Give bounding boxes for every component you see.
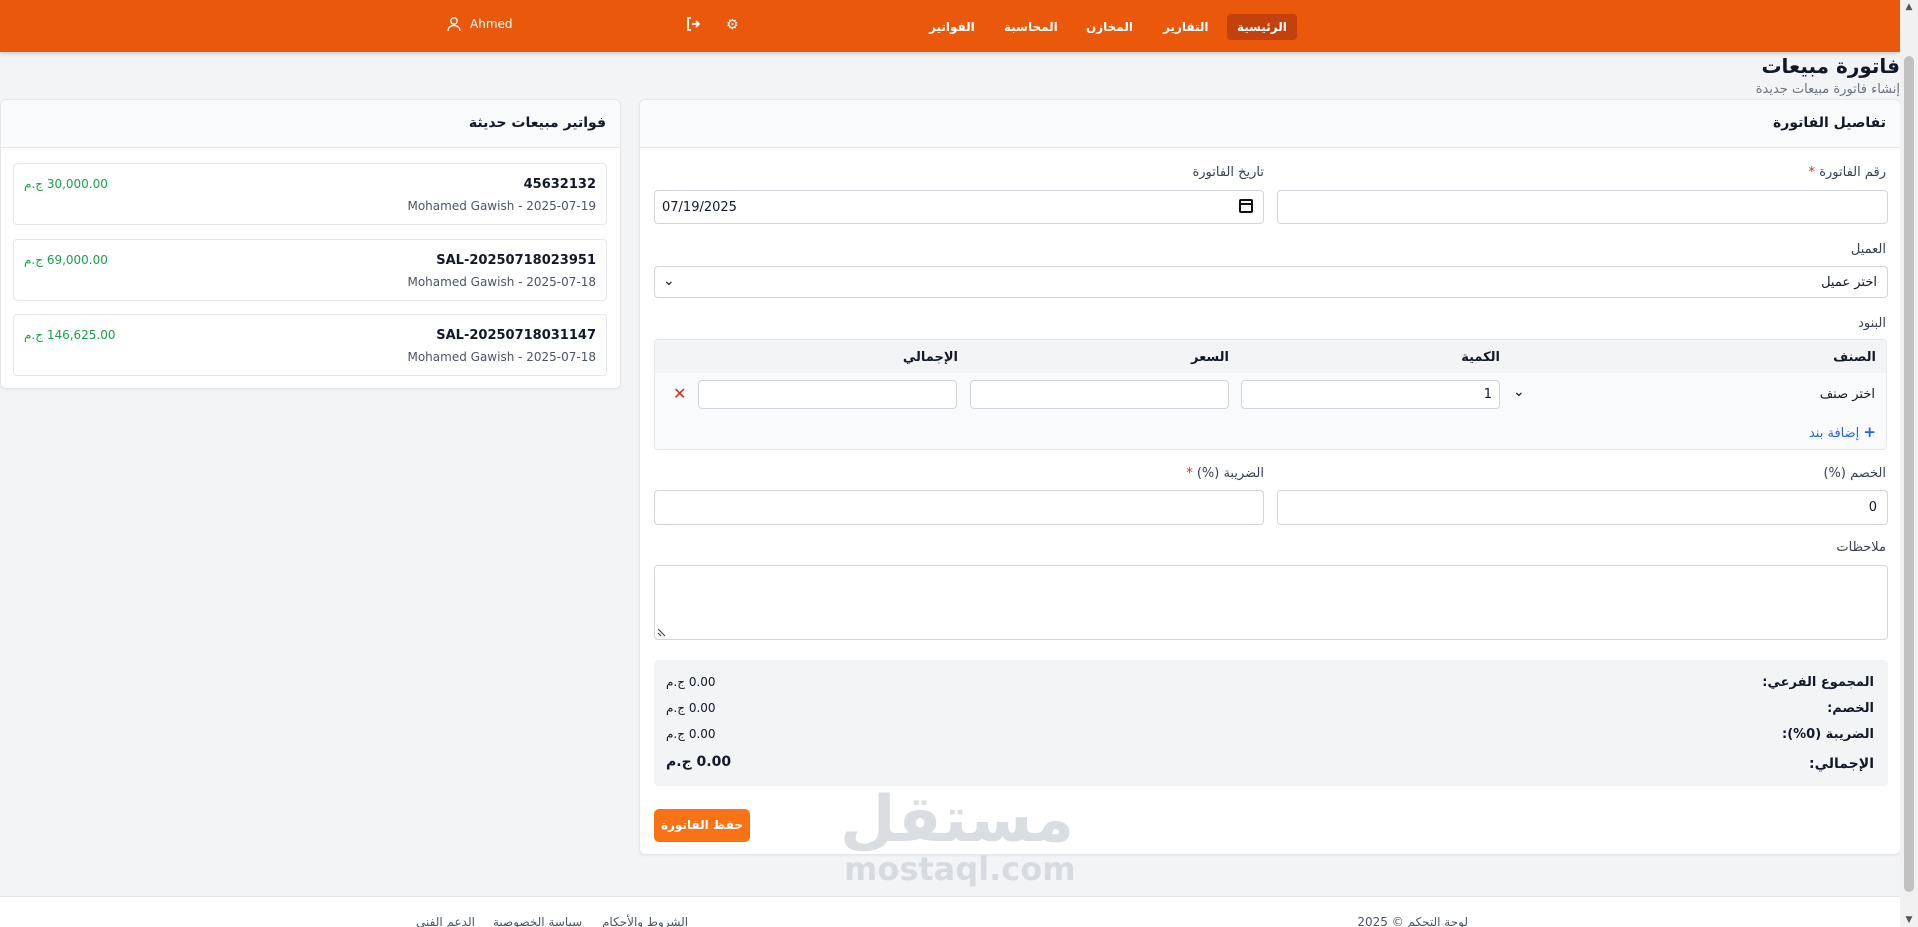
nav-warehouses[interactable]: المخازن (1076, 14, 1143, 40)
chevron-down-icon: ⌄ (663, 273, 675, 289)
discount-total-label: الخصم: (1827, 701, 1874, 716)
footer-link-support[interactable]: الدعم الفني (416, 915, 475, 927)
recent-invoice-item[interactable]: 45632132 Mohamed Gawish - 2025-07-19 30,… (13, 163, 607, 225)
recent-invoices-card: فواتير مبيعات حديثة 45632132 Mohamed Gaw… (0, 99, 621, 389)
footer-link-privacy[interactable]: سياسة الخصوصية (493, 915, 582, 927)
recent-invoices-title: فواتير مبيعات حديثة (468, 115, 606, 131)
invoice-meta: Mohamed Gawish - 2025-07-19 (407, 199, 596, 213)
subtotal-label: المجموع الفرعي: (1762, 675, 1874, 690)
user-name: Ahmed (470, 17, 513, 31)
tax-total-label: الضريبة (0%): (1782, 727, 1874, 742)
totals-panel: المجموع الفرعي: 0.00 ج.م الخصم: 0.00 ج.م… (654, 660, 1888, 786)
logout-icon[interactable] (686, 17, 701, 35)
discount-total-value: 0.00 ج.م (666, 701, 716, 715)
qty-input[interactable]: 1 (1241, 380, 1500, 409)
col-item: الصنف (1833, 350, 1876, 365)
footer: لوحة التحكم © 2025 الشروط والأحكام سياسة… (0, 896, 1900, 927)
invoice-amount: 69,000.00 ج.م (24, 253, 108, 267)
nav-invoices[interactable]: الفواتير (919, 14, 985, 40)
invoice-number: 45632132 (523, 177, 596, 192)
watermark-logo: مستقل mostaql.com (839, 783, 1076, 888)
invoice-date-label: تاريخ الفاتورة (1192, 165, 1264, 180)
customer-label: العميل (1850, 242, 1886, 257)
remove-line-icon[interactable]: ✕ (673, 384, 686, 403)
invoice-number: SAL-20250718031147 (436, 328, 596, 343)
nav-accounting[interactable]: المحاسبة (994, 14, 1068, 40)
customer-select[interactable]: اختر عميل ⌄ (654, 266, 1888, 298)
save-invoice-button[interactable]: حفظ الفاتورة (654, 809, 750, 842)
invoice-amount: 30,000.00 ج.م (24, 177, 108, 191)
grand-total-value: 0.00 ج.م (666, 754, 732, 770)
add-line-button[interactable]: + إضافة بند (1809, 423, 1876, 441)
tax-input[interactable] (654, 490, 1264, 525)
invoice-meta: Mohamed Gawish - 2025-07-18 (407, 275, 596, 289)
subtotal-value: 0.00 ج.م (666, 675, 716, 689)
discount-label: الخصم (%) (1823, 466, 1886, 481)
tax-total-value: 0.00 ج.م (666, 727, 716, 741)
invoice-number-input[interactable] (1277, 190, 1888, 224)
invoice-details-title: تفاصيل الفاتورة (1773, 115, 1886, 131)
col-total: الإجمالي (902, 350, 958, 365)
recent-invoice-item[interactable]: SAL-20250718031147 Mohamed Gawish - 2025… (13, 314, 607, 376)
invoice-meta: Mohamed Gawish - 2025-07-18 (407, 350, 596, 364)
chevron-down-icon: ⌄ (1513, 384, 1525, 400)
items-label: البنود (1858, 316, 1886, 331)
resize-handle-icon[interactable] (657, 627, 667, 637)
footer-copyright: لوحة التحكم © 2025 (1357, 915, 1468, 927)
page-title: فاتورة مبيعات (1761, 54, 1900, 78)
line-total-input[interactable] (698, 380, 957, 409)
notes-textarea[interactable] (654, 565, 1888, 640)
recent-invoice-item[interactable]: SAL-20250718023951 Mohamed Gawish - 2025… (13, 239, 607, 301)
notes-label: ملاحظات (1836, 540, 1886, 555)
invoice-number: SAL-20250718023951 (436, 253, 596, 268)
plus-icon: + (1863, 423, 1876, 441)
scroll-up-icon[interactable]: ▲ (1903, 2, 1915, 12)
invoice-amount: 146,625.00 ج.م (24, 328, 116, 342)
col-qty: الكمية (1461, 350, 1500, 365)
invoice-number-label: رقم الفاتورة * (1808, 165, 1886, 180)
settings-icon[interactable]: ⚙ (726, 17, 739, 33)
grand-total-label: الإجمالي: (1809, 756, 1874, 772)
items-table: الصنف الكمية السعر الإجمالي اختر صنف ⌄ 1… (654, 339, 1887, 450)
nav-reports[interactable]: التقارير (1153, 14, 1219, 40)
nav-home[interactable]: الرئيسية (1227, 14, 1297, 40)
price-input[interactable] (970, 380, 1229, 409)
footer-link-terms[interactable]: الشروط والأحكام (602, 915, 688, 927)
discount-input[interactable]: 0 (1277, 490, 1888, 525)
items-table-header: الصنف الكمية السعر الإجمالي (655, 340, 1886, 373)
user-icon (447, 17, 461, 32)
scroll-down-icon[interactable]: ▼ (1903, 915, 1915, 925)
page-subtitle: إنشاء فاتورة مبيعات جديدة (1755, 82, 1900, 97)
item-select[interactable]: اختر صنف ⌄ (1513, 381, 1875, 408)
user-menu[interactable]: Ahmed (446, 16, 513, 32)
tax-label: الضريبة (%) * (1186, 466, 1264, 481)
top-navbar: الرئيسية التقارير المخازن المحاسبة الفوا… (0, 0, 1900, 52)
col-price: السعر (1191, 350, 1229, 365)
scroll-thumb[interactable] (1904, 56, 1914, 892)
page-scrollbar[interactable]: ▲ ▼ (1900, 0, 1918, 927)
invoice-date-input[interactable]: 07/19/2025 (654, 190, 1264, 224)
calendar-icon[interactable] (1239, 199, 1253, 213)
